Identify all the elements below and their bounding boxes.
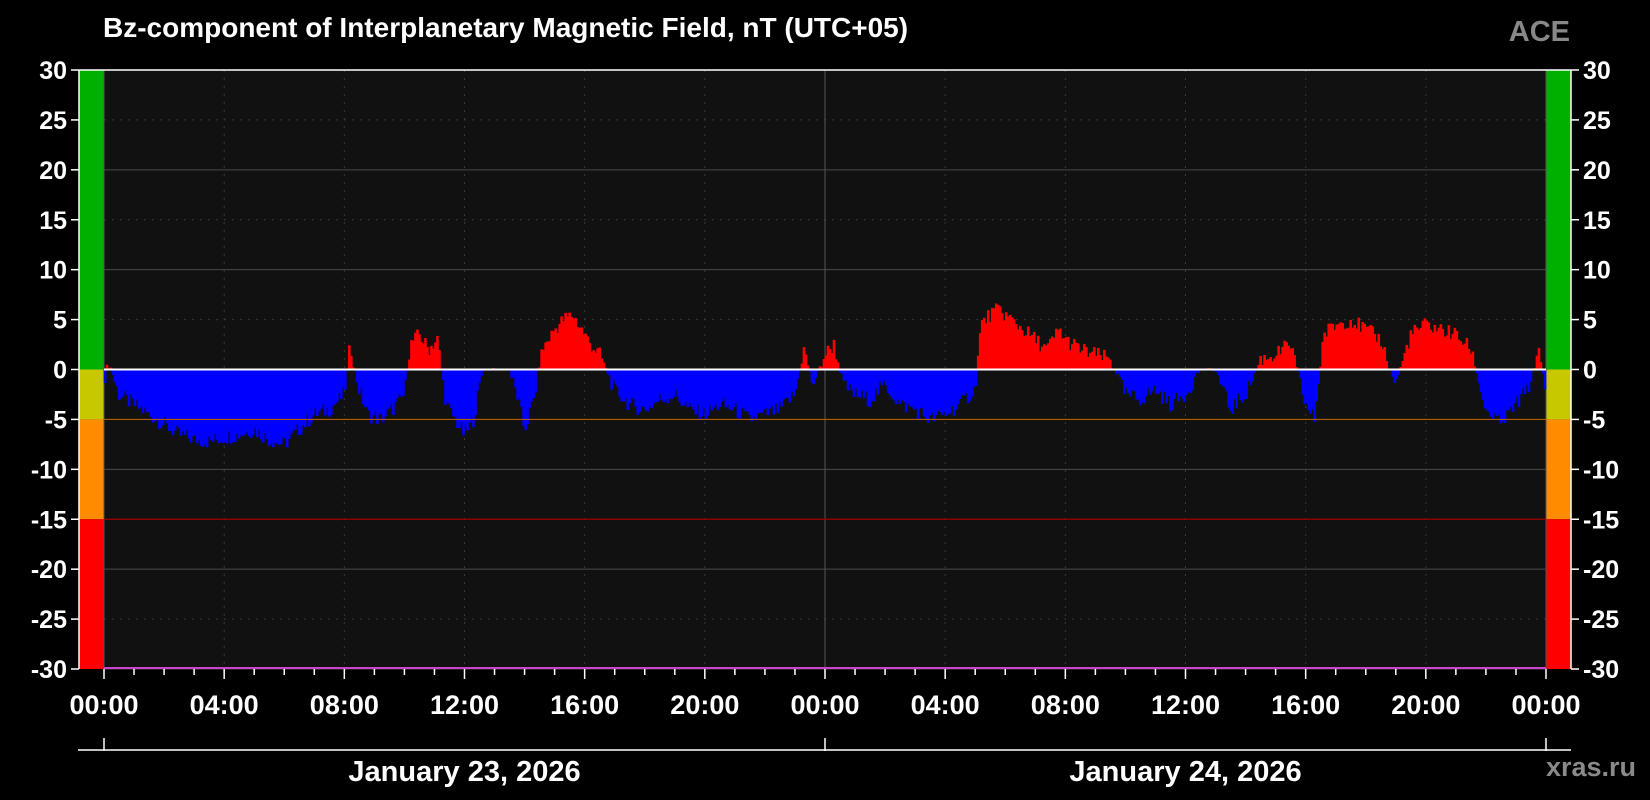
x-tick-label: 00:00 <box>1511 690 1580 720</box>
y-tick-label-left: 20 <box>39 157 67 185</box>
bz-bar <box>836 362 840 370</box>
y-tick-label-right: -25 <box>1583 606 1619 634</box>
bz-bar <box>1529 369 1533 382</box>
y-tick-label-left: 5 <box>53 307 67 335</box>
y-tick-label-left: 30 <box>39 57 67 85</box>
y-tick-label-right: 20 <box>1583 157 1611 185</box>
y-tick-label-left: -25 <box>31 606 67 634</box>
y-tick-label-left: -20 <box>31 556 67 584</box>
bz-bar <box>344 369 347 390</box>
zone-left <box>79 369 104 420</box>
x-tick-label: 12:00 <box>1151 690 1220 720</box>
y-tick-label-left: -5 <box>45 406 67 434</box>
y-tick-label-right: 0 <box>1583 357 1597 385</box>
y-tick-label-right: -30 <box>1583 656 1619 684</box>
bz-bar <box>438 350 441 370</box>
y-tick-label-right: 5 <box>1583 307 1597 335</box>
bz-bar <box>350 355 353 370</box>
bz-bar <box>1109 359 1112 370</box>
y-tick-label-left: 25 <box>39 107 67 135</box>
zone-left <box>79 70 104 370</box>
y-tick-label-left: -30 <box>31 656 67 684</box>
bz-bar <box>534 369 537 393</box>
x-tick-label: 16:00 <box>1271 690 1340 720</box>
x-tick-label: 12:00 <box>430 690 499 720</box>
x-tick-label: 20:00 <box>670 690 739 720</box>
y-tick-label-left: -15 <box>31 506 67 534</box>
y-tick-label-right: 30 <box>1583 57 1611 85</box>
zone-right <box>1546 70 1571 370</box>
x-tick-label: 00:00 <box>69 690 138 720</box>
y-tick-label-right: 15 <box>1583 207 1611 235</box>
zone-right <box>1546 519 1571 669</box>
bz-bar <box>974 369 978 387</box>
bz-bar <box>1317 369 1320 385</box>
y-tick-label-right: -20 <box>1583 556 1619 584</box>
date-label: January 24, 2026 <box>1069 756 1301 788</box>
zone-right <box>1546 419 1571 520</box>
zone-left <box>79 419 104 520</box>
x-tick-label: 04:00 <box>911 690 980 720</box>
chart-title: Bz-component of Interplanetary Magnetic … <box>103 12 909 43</box>
y-tick-label-right: 10 <box>1583 257 1611 285</box>
y-tick-label-left: 0 <box>53 357 67 385</box>
bz-bar <box>103 369 107 384</box>
bz-bar <box>1385 361 1389 370</box>
y-tick-label-right: 25 <box>1583 107 1611 135</box>
bz-bar <box>1539 362 1543 370</box>
y-tick-label-left: 15 <box>39 207 67 235</box>
site-label: xras.ru <box>1545 752 1636 782</box>
bz-bar <box>814 369 818 378</box>
bz-bar <box>1543 369 1547 390</box>
zone-left <box>79 519 104 669</box>
bz-bar <box>796 369 800 379</box>
bz-chart: 30 30 25 25 20 20 15 15 10 10 5 5 0 0 -5 -5 -10 -10 -15 -15… <box>0 0 1650 800</box>
y-tick-label-right: -10 <box>1583 456 1619 484</box>
x-tick-label: 04:00 <box>190 690 259 720</box>
x-tick-label: 20:00 <box>1391 690 1460 720</box>
x-tick-label: 08:00 <box>1031 690 1100 720</box>
y-tick-label-right: -15 <box>1583 506 1619 534</box>
zone-right <box>1546 369 1571 420</box>
date-label: January 23, 2026 <box>348 756 580 788</box>
y-tick-label-right: -5 <box>1583 406 1605 434</box>
x-tick-label: 16:00 <box>550 690 619 720</box>
y-tick-label-left: -10 <box>31 456 67 484</box>
source-label: ACE <box>1508 16 1570 48</box>
y-tick-label-left: 10 <box>39 257 67 285</box>
x-tick-label: 08:00 <box>310 690 379 720</box>
x-tick-label: 00:00 <box>790 690 859 720</box>
